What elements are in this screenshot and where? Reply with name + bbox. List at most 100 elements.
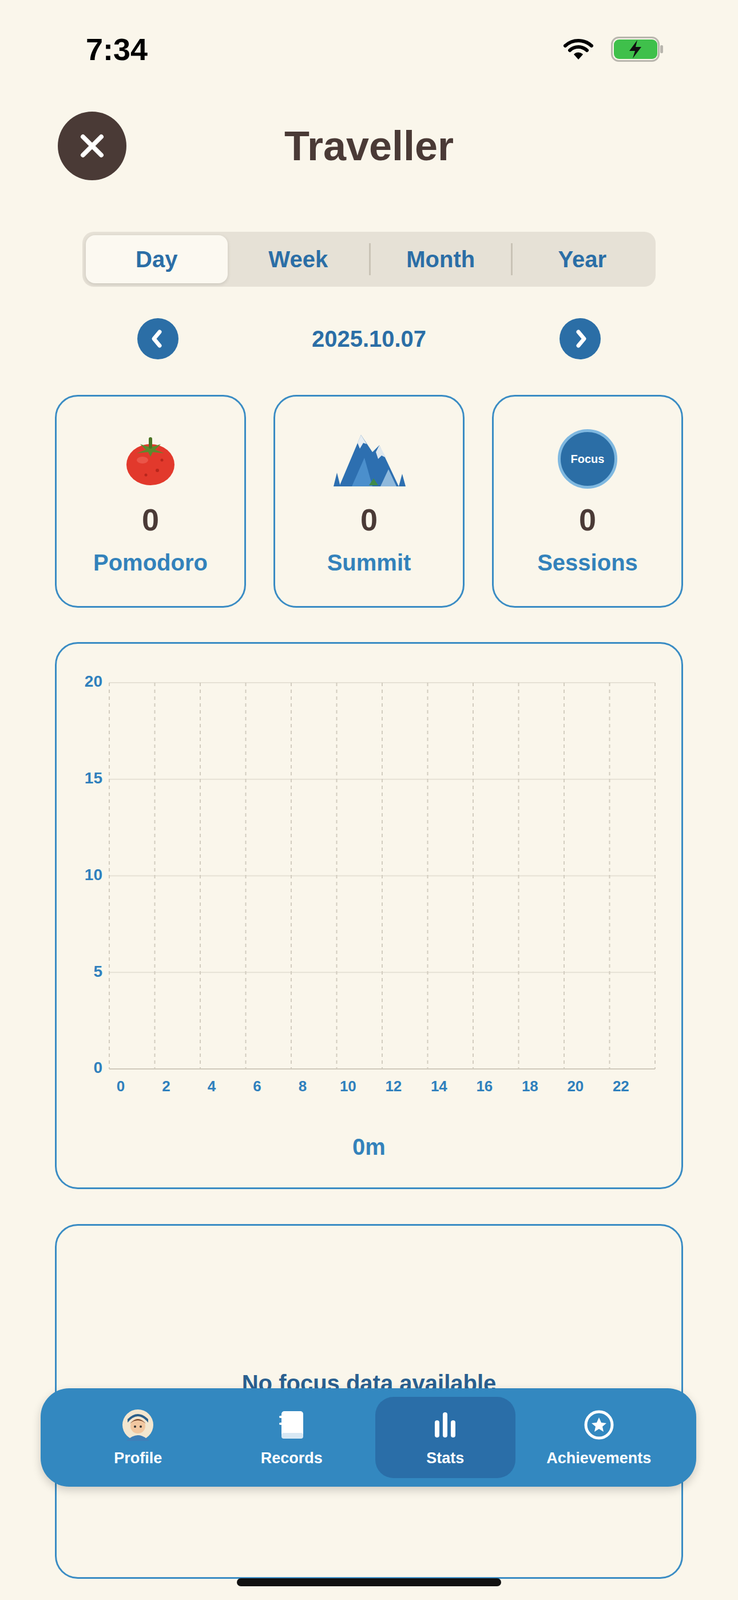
- chart-bar: [408, 1068, 425, 1070]
- date-nav: 2025.10.07: [137, 318, 601, 360]
- close-icon: [78, 132, 106, 160]
- stat-label: Sessions: [537, 548, 638, 577]
- tab-slot: Week: [227, 235, 370, 284]
- nav-item[interactable]: Records: [221, 1396, 363, 1478]
- focus-badge: Focus: [557, 429, 618, 489]
- x-tick: 14: [430, 1077, 448, 1095]
- grid-line: [472, 682, 474, 1069]
- nav-icon-box: [275, 1408, 308, 1441]
- tab-slot: Month: [369, 235, 511, 284]
- chart-bar: [226, 1068, 243, 1070]
- stat-icon-box: [328, 430, 410, 488]
- status-bar: 7:34: [0, 0, 738, 99]
- chart-bar: [340, 1068, 357, 1070]
- stat-card: 0 Summit: [273, 394, 465, 608]
- prev-button[interactable]: [137, 318, 179, 360]
- chart-bar: [431, 1068, 448, 1070]
- chart-bar: [294, 1068, 311, 1070]
- nav-label: Stats: [426, 1447, 464, 1468]
- stat-label: Summit: [327, 548, 412, 577]
- tab-slot: Year: [510, 235, 653, 284]
- home-indicator: [236, 1577, 502, 1586]
- y-tick: 20: [84, 672, 103, 690]
- grid-line: [199, 682, 201, 1069]
- chevron-left-icon: [143, 323, 173, 354]
- grid-line: [518, 682, 520, 1069]
- stat-icon-box: Focus: [557, 430, 618, 488]
- x-tick: 16: [475, 1077, 493, 1095]
- tab-slot: Day: [85, 235, 228, 284]
- stat-card: Focus 0 Sessions: [492, 394, 684, 608]
- chart-bar: [203, 1068, 220, 1070]
- x-tick: 2: [161, 1077, 170, 1095]
- nav-label: Achievements: [546, 1447, 652, 1468]
- header: Traveller: [0, 108, 738, 184]
- chart-bar: [249, 1068, 266, 1070]
- page-title: Traveller: [126, 122, 612, 170]
- grid-line: [381, 682, 383, 1069]
- x-tick: 22: [612, 1077, 630, 1095]
- grid-line: [427, 682, 429, 1069]
- period-tab[interactable]: Year: [512, 235, 653, 284]
- x-tick: 20: [566, 1077, 584, 1095]
- chart-card: 0510152002468101214161820220m: [54, 641, 684, 1189]
- chart-bar: [590, 1068, 607, 1070]
- x-tick: 10: [339, 1077, 357, 1095]
- stat-icon-box: [123, 430, 178, 488]
- y-tick: 0: [93, 1058, 103, 1077]
- achievement-icon: [582, 1408, 615, 1441]
- status-time: 7:34: [85, 31, 148, 67]
- nav-label: Records: [260, 1447, 323, 1468]
- chart-bar: [453, 1068, 470, 1070]
- period-tab[interactable]: Month: [370, 235, 511, 284]
- period-tab[interactable]: Day: [85, 235, 228, 284]
- y-tick: 5: [93, 962, 103, 980]
- x-tick: 4: [207, 1077, 217, 1095]
- avatar-icon: [121, 1408, 154, 1441]
- chart-bar: [362, 1068, 379, 1070]
- stats-screen: 7:34 Traveller DayWeekMonthYear 2025.10.07 0…: [0, 0, 738, 1600]
- chart-bar: [544, 1068, 561, 1070]
- book-icon: [275, 1408, 308, 1441]
- chart-bar: [158, 1068, 175, 1070]
- nav-item[interactable]: Stats: [375, 1396, 516, 1478]
- chart-bar: [135, 1068, 152, 1070]
- wifi-icon: [562, 37, 594, 61]
- nav-icon-box: [429, 1408, 462, 1441]
- close-button[interactable]: [57, 111, 127, 181]
- chart-bar: [180, 1068, 197, 1070]
- mountain-icon: [328, 429, 410, 489]
- chart-bar: [522, 1068, 539, 1070]
- stat-value: 0: [578, 501, 597, 538]
- grid-line: [654, 682, 656, 1069]
- chart-bar: [271, 1068, 288, 1070]
- period-tabs: DayWeekMonthYear: [82, 231, 656, 287]
- nav-item[interactable]: Profile: [68, 1396, 209, 1478]
- grid-line: [245, 682, 247, 1069]
- x-tick: 12: [385, 1077, 402, 1095]
- status-icons: [562, 36, 664, 62]
- tomato-icon: [123, 430, 178, 488]
- stat-label: Pomodoro: [93, 548, 208, 577]
- stat-card: 0Pomodoro: [54, 394, 246, 608]
- period-tab[interactable]: Week: [227, 235, 370, 284]
- stat-value: 0: [360, 501, 378, 538]
- nav-icon-box: [121, 1408, 154, 1441]
- y-tick: 10: [84, 865, 103, 884]
- next-button[interactable]: [559, 318, 601, 360]
- chart-bar: [613, 1068, 630, 1070]
- x-tick: 8: [298, 1077, 307, 1095]
- nav-item[interactable]: Achievements: [529, 1396, 670, 1478]
- grid-line: [154, 682, 156, 1069]
- chart-total: 0m: [352, 1132, 386, 1161]
- grid-line: [290, 682, 292, 1069]
- chart-bar: [385, 1068, 402, 1070]
- grid-line: [336, 682, 338, 1069]
- bottom-nav: Profile Records Stats Achievements: [40, 1387, 697, 1487]
- chart-bar: [567, 1068, 584, 1070]
- chart-bar: [112, 1068, 129, 1070]
- chart-bar: [499, 1068, 516, 1070]
- x-tick: 18: [521, 1077, 539, 1095]
- nav-label: Profile: [113, 1447, 162, 1468]
- bar-chart-icon: [429, 1408, 462, 1441]
